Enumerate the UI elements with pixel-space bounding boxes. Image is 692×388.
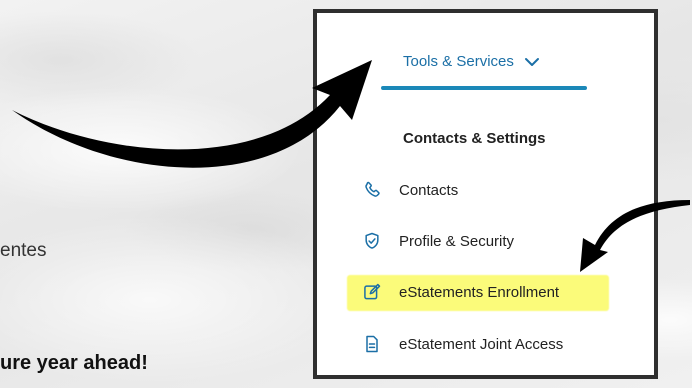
arrow-to-tools-services <box>12 60 372 168</box>
annotation-arrows <box>12 60 690 272</box>
arrow-to-estatements <box>580 200 690 272</box>
